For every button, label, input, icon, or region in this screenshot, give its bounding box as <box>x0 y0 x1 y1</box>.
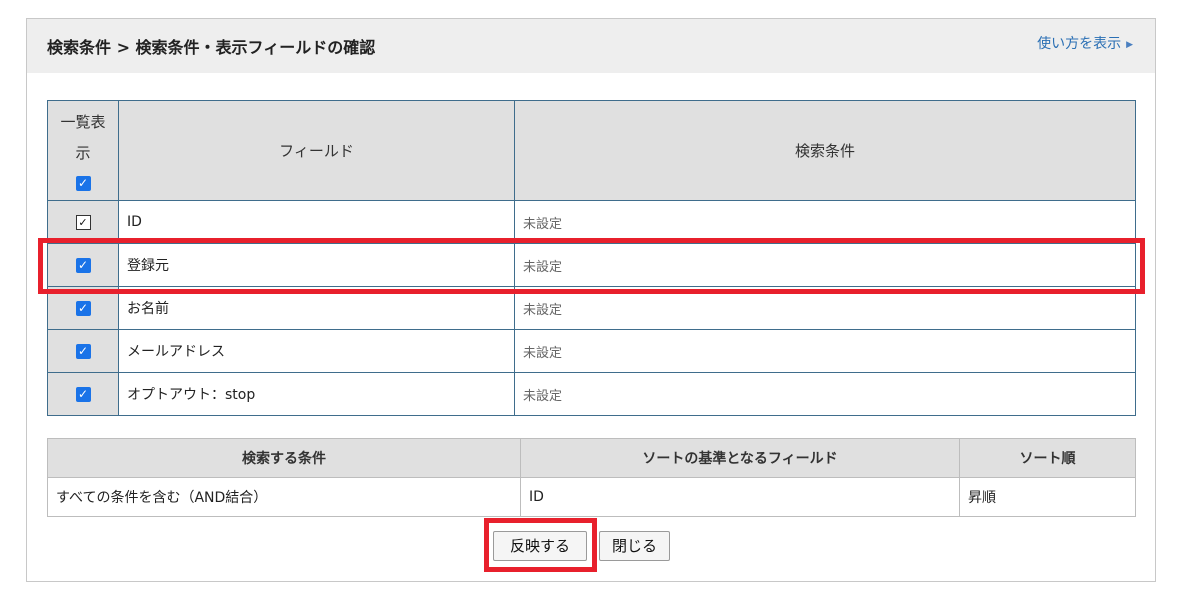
table-row: ✓ メールアドレス 未設定 <box>47 329 1136 373</box>
table-row: ✓ 登録元 未設定 <box>47 243 1136 287</box>
table-row: すべての条件を含む（AND結合） ID 昇順 <box>47 477 1136 517</box>
row-checkbox-cell: ✓ <box>47 372 119 416</box>
close-button[interactable]: 閉じる <box>599 531 670 561</box>
select-all-checkbox[interactable]: ✓ <box>75 175 91 191</box>
table-row: ✓ ID 未設定 <box>47 200 1136 244</box>
row-checkbox[interactable]: ✓ <box>75 300 91 316</box>
page-title: 検索条件 > 検索条件・表示フィールドの確認 <box>47 38 376 57</box>
condition-value: 未設定 <box>514 286 1136 330</box>
panel-header: 検索条件 > 検索条件・表示フィールドの確認 使い方を表示 ▶ <box>27 19 1155 73</box>
play-triangle-icon: ▶ <box>1126 40 1133 50</box>
row-checkbox-cell: ✓ <box>47 329 119 373</box>
field-name: 登録元 <box>118 243 515 287</box>
column-header-condition: 検索条件 <box>514 100 1136 201</box>
condition-value: 未設定 <box>514 329 1136 373</box>
apply-button[interactable]: 反映する <box>493 531 587 561</box>
row-checkbox-cell: ✓ <box>47 200 119 244</box>
column-header-sort-field: ソートの基準となるフィールド <box>520 438 960 478</box>
row-checkbox[interactable]: ✓ <box>75 214 91 230</box>
field-name: オプトアウト：stop <box>118 372 515 416</box>
table-row: ✓ オプトアウト：stop 未設定 <box>47 372 1136 416</box>
search-conditions-panel: 検索条件 > 検索条件・表示フィールドの確認 使い方を表示 ▶ 一覧表示 ✓ フィ… <box>26 18 1156 582</box>
field-name: ID <box>118 200 515 244</box>
row-checkbox[interactable]: ✓ <box>75 343 91 359</box>
show-usage-label: 使い方を表示 <box>1037 36 1122 52</box>
condition-value: 未設定 <box>514 243 1136 287</box>
field-name: お名前 <box>118 286 515 330</box>
column-header-field: フィールド <box>118 100 515 201</box>
field-name: メールアドレス <box>118 329 515 373</box>
row-checkbox[interactable]: ✓ <box>75 257 91 273</box>
table-row: ✓ お名前 未設定 <box>47 286 1136 330</box>
show-usage-link[interactable]: 使い方を表示 ▶ <box>1037 33 1133 53</box>
sort-field-value: ID <box>520 477 960 517</box>
row-checkbox[interactable]: ✓ <box>75 386 91 402</box>
sort-order-value: 昇順 <box>959 477 1136 517</box>
condition-value: 未設定 <box>514 200 1136 244</box>
match-value: すべての条件を含む（AND結合） <box>47 477 521 517</box>
condition-value: 未設定 <box>514 372 1136 416</box>
row-checkbox-cell: ✓ <box>47 286 119 330</box>
column-header-display-label: 一覧表示 <box>60 112 106 162</box>
sort-settings-table: 検索する条件 ソートの基準となるフィールド ソート順 すべての条件を含む（AND… <box>47 438 1136 517</box>
row-checkbox-cell: ✓ <box>47 243 119 287</box>
column-header-display: 一覧表示 ✓ <box>47 100 119 201</box>
fields-table: 一覧表示 ✓ フィールド 検索条件 ✓ ID 未設定 ✓ 登録元 未設定 ✓ お… <box>47 100 1136 416</box>
column-header-sort-order: ソート順 <box>959 438 1136 478</box>
column-header-match: 検索する条件 <box>47 438 521 478</box>
